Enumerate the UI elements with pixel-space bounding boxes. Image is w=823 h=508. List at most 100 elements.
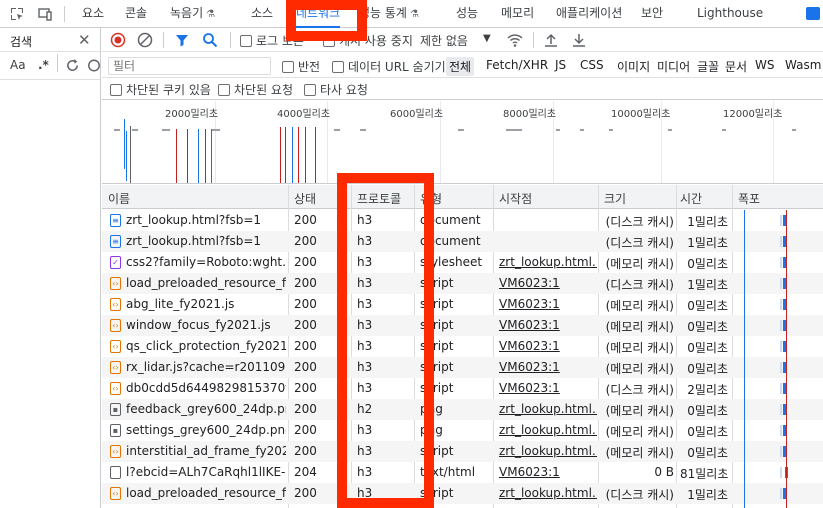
cell-initiator[interactable]: zrt_lookup.html…	[499, 444, 597, 458]
blocked-requests-label: 차단된 요청	[234, 83, 294, 97]
table-row[interactable]: ‹› window_focus_fy2021.js 200 h3 script VM602…	[102, 315, 823, 336]
cell-initiator[interactable]: VM6023:1	[499, 360, 597, 374]
table-row[interactable]: ‹› load_preloaded_resource_f… 200 h3 script V…	[102, 273, 823, 294]
experiment-flask-icon: ⚗	[409, 9, 419, 20]
tab-4[interactable]: 소스	[251, 0, 273, 28]
table-row[interactable]: l?ebcid=ALh7CaRqhl1lIKE-… 204 h3 text/html V…	[102, 462, 823, 483]
chevron-down-icon[interactable]: ▼	[483, 33, 491, 44]
filter-icon[interactable]	[174, 32, 190, 48]
overview-time-label: 8000밀리초	[503, 109, 557, 120]
table-row[interactable]: ‹› load_preloaded_resource_f… 200 h3 script z…	[102, 483, 823, 504]
clear-search-icon[interactable]	[87, 58, 101, 73]
regex-button[interactable]: .*	[38, 58, 49, 72]
filter-type-8[interactable]: 문서	[722, 57, 750, 76]
table-row[interactable]: ‹› qs_click_protection_fy2021.js 200 h3 scri…	[102, 336, 823, 357]
throttle-select[interactable]: 제한 없음	[420, 32, 468, 49]
filter-type-3[interactable]: JS	[552, 57, 569, 73]
cell-initiator[interactable]: zrt_lookup.html…	[499, 423, 597, 437]
script-file-icon: ‹›	[110, 487, 121, 500]
import-har-icon[interactable]	[543, 32, 559, 48]
filter-type-7[interactable]: 글꼴	[694, 57, 722, 76]
overview-request-mark	[187, 129, 188, 183]
table-row[interactable]: ≡ zrt_lookup.html?fsb=1 200 h3 document (디스크 …	[102, 210, 823, 231]
column-header-1[interactable]: 이름	[108, 190, 130, 207]
filter-type-1[interactable]: 전체	[446, 57, 475, 76]
tab-6[interactable]: 성능 통계 ⚗	[359, 0, 419, 28]
toolbar-divider	[64, 6, 65, 22]
tab-9[interactable]: 애플리케이션	[556, 0, 622, 28]
cell-name: rx_lidar.js?cache=r20110914	[126, 360, 286, 374]
script-file-icon: ‹›	[110, 319, 121, 332]
cell-name: interstitial_ad_frame_fy202…	[126, 444, 286, 458]
cell-initiator[interactable]: VM6023:1	[499, 318, 597, 332]
invert-label: 반전	[298, 60, 321, 74]
table-row[interactable]: ‹› abg_lite_fy2021.js 200 h3 script VM6023:1(…	[102, 294, 823, 315]
filter-type-5[interactable]: 이미지	[614, 57, 653, 76]
toolbar-divider	[57, 54, 58, 72]
overview-time-label: 2000밀리초	[165, 109, 219, 120]
cell-initiator[interactable]: VM6023:1	[499, 339, 597, 353]
search-icon[interactable]	[202, 32, 218, 48]
filter-input[interactable]	[108, 57, 271, 75]
overview-time-label: 6000밀리초	[390, 109, 444, 120]
table-row[interactable]: ▪ settings_grey600_24dp.png 200 h3 png zrt_lo…	[102, 420, 823, 441]
refresh-icon[interactable]	[65, 58, 80, 73]
cell-initiator[interactable]: zrt_lookup.html…	[499, 255, 597, 269]
column-header-8[interactable]: 폭포	[738, 190, 760, 207]
cell-initiator[interactable]: zrt_lookup.html…	[499, 486, 597, 500]
tab-7[interactable]: 성능	[456, 0, 478, 28]
table-row[interactable]: ▪ feedback_grey600_24dp.png 200 h2 png zrt_lo…	[102, 399, 823, 420]
blocked-requests-checkbox[interactable]: 차단된 요청	[218, 81, 293, 98]
filter-type-10[interactable]: Wasm	[782, 57, 823, 73]
column-header-6[interactable]: 크기	[604, 190, 626, 207]
match-case-button[interactable]: Aa	[10, 58, 26, 72]
export-har-icon[interactable]	[571, 32, 587, 48]
table-row[interactable]: ≡ zrt_lookup.html?fsb=1 200 h3 document (디스크 …	[102, 231, 823, 252]
filter-type-9[interactable]: WS	[752, 57, 777, 73]
inspect-element-icon[interactable]	[9, 6, 25, 22]
column-header-5[interactable]: 시작점	[499, 190, 532, 207]
tab-3[interactable]: 녹음기 ⚗	[170, 0, 215, 28]
cell-initiator[interactable]: zrt_lookup.html…	[499, 402, 597, 416]
filter-type-6[interactable]: 미디어	[654, 57, 693, 76]
record-icon[interactable]	[110, 32, 126, 48]
cell-initiator[interactable]: VM6023:1	[499, 381, 597, 395]
cell-size: (메모리 캐시)	[605, 320, 674, 334]
search-sidebar: 검색 ✕ Aa .*	[0, 28, 101, 508]
hide-data-urls-checkbox[interactable]: 데이터 URL 숨기기	[332, 58, 446, 75]
device-toolbar-icon[interactable]	[37, 6, 53, 22]
script-file-icon: ‹›	[110, 445, 121, 458]
overview-activity-dash	[212, 129, 220, 131]
network-overview[interactable]: 2000밀리초 4000밀리초 6000밀리초 8000밀리초 10000밀리초 1200…	[102, 101, 823, 184]
cell-initiator[interactable]: VM6023:1	[499, 297, 597, 311]
overview-request-mark	[124, 119, 125, 169]
column-header-2[interactable]: 상태	[294, 190, 316, 207]
blocked-cookies-checkbox[interactable]: 차단된 쿠키 있음	[110, 81, 211, 98]
waterfall-wait-bar	[780, 299, 782, 310]
cell-initiator[interactable]: VM6023:1	[499, 465, 597, 479]
tab-8[interactable]: 메모리	[501, 0, 534, 28]
tab-11[interactable]: Lighthouse	[697, 0, 763, 28]
tab-2[interactable]: 콘솔	[125, 0, 147, 28]
waterfall-wait-bar	[780, 341, 782, 352]
cell-time: 0밀리초	[687, 257, 728, 271]
table-row[interactable]: ✓ css2?family=Roboto:wght… 200 h3 stylesheet…	[102, 252, 823, 273]
network-conditions-icon[interactable]	[506, 32, 524, 48]
table-row[interactable]: ‹› rx_lidar.js?cache=r20110914 200 h3 script…	[102, 357, 823, 378]
close-icon[interactable]: ✕	[78, 31, 91, 49]
filter-type-2[interactable]: Fetch/XHR	[483, 57, 551, 73]
clear-icon[interactable]	[137, 32, 153, 48]
cell-initiator[interactable]: VM6023:1	[499, 276, 597, 290]
tab-1[interactable]: 요소	[82, 0, 104, 28]
cell-time: 0밀리초	[687, 362, 728, 376]
table-row[interactable]: ‹› db0cdd5d6449829815370f… 200 h3 script VM60…	[102, 378, 823, 399]
waterfall-wait-bar	[780, 488, 782, 499]
table-row[interactable]: ‹› interstitial_ad_frame_fy202… 200 h3 scrip…	[102, 441, 823, 462]
filter-type-4[interactable]: CSS	[577, 57, 607, 73]
column-header-7[interactable]: 시간	[680, 190, 702, 207]
overview-request-mark	[280, 127, 281, 183]
tab-10[interactable]: 보안	[641, 0, 663, 28]
third-party-checkbox[interactable]: 타사 요청	[304, 81, 368, 98]
invert-checkbox[interactable]: 반전	[282, 58, 320, 75]
chat-icon[interactable]	[806, 7, 820, 20]
